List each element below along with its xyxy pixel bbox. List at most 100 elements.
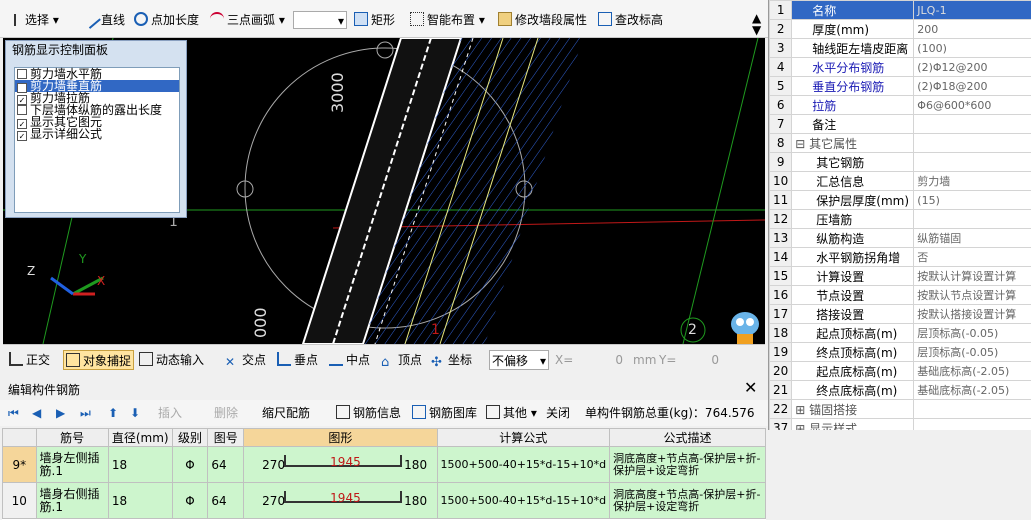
calc-formula[interactable]: 1500+500-40+15*d-15+10*d	[436, 446, 611, 483]
property-name[interactable]: 起点顶标高(m)	[791, 323, 915, 343]
scale-rebar-button[interactable]: 缩尺配筋	[262, 403, 310, 423]
table-row[interactable]: 10 墙身右侧插筋.1 18 Φ 64 270 1945 180 1500+500-40+15*…	[2, 482, 766, 519]
property-name[interactable]: ⊞ 锚固搭接	[791, 399, 915, 419]
formula-description[interactable]: 洞底高度+节点高-保护层+折-保护层+设定弯折	[609, 446, 766, 483]
property-value[interactable]	[913, 418, 1031, 430]
property-name[interactable]: 其它钢筋	[791, 152, 915, 172]
property-row[interactable]: 17 搭接设置 按默认搭接设置计算	[769, 304, 1031, 324]
close-button[interactable]: 关闭	[546, 403, 570, 423]
property-row[interactable]: 6 拉筋 Φ6@600*600	[769, 95, 1031, 115]
property-name[interactable]: ⊟ 其它属性	[791, 133, 915, 153]
checkbox[interactable]	[17, 69, 27, 79]
property-name[interactable]: 备注	[791, 114, 915, 134]
column-header[interactable]: 公式描述	[609, 428, 766, 447]
calc-formula[interactable]: 1500+500-40+15*d-15+10*d	[436, 482, 611, 519]
property-value[interactable]: 基础底标高(-2.05)	[913, 380, 1031, 400]
column-header[interactable]: 筋号	[35, 428, 109, 447]
coord-snap[interactable]: ✣ 坐标	[431, 350, 472, 370]
property-value[interactable]: 层顶标高(-0.05)	[913, 342, 1031, 362]
column-header[interactable]: 直径(mm)	[107, 428, 173, 447]
expand-icon[interactable]: ⊟	[795, 137, 809, 151]
property-value[interactable]: (15)	[913, 190, 1031, 210]
offset-mode-dropdown[interactable]: 不偏移 ▾	[489, 350, 549, 370]
property-name[interactable]: 汇总信息	[791, 171, 915, 191]
next-record-icon[interactable]: ▶	[56, 403, 65, 423]
property-name[interactable]: 轴线距左墙皮距离	[791, 38, 915, 58]
property-name[interactable]: 垂直分布钢筋	[791, 76, 915, 96]
three-point-arc-button[interactable]: 三点画弧 ▾	[210, 10, 285, 30]
property-value[interactable]: 按默认节点设置计算	[913, 285, 1031, 305]
vertex-snap[interactable]: ⌂ 顶点	[381, 350, 422, 370]
dynamic-input-toggle[interactable]: 动态输入	[139, 350, 204, 370]
property-row[interactable]: 13 纵筋构造 纵筋锚固	[769, 228, 1031, 248]
property-value[interactable]	[913, 399, 1031, 419]
property-name[interactable]: 搭接设置	[791, 304, 915, 324]
expand-icon[interactable]: ⊞	[795, 403, 809, 417]
property-value[interactable]: 基础底标高(-2.05)	[913, 361, 1031, 381]
property-row[interactable]: 19 终点顶标高(m) 层顶标高(-0.05)	[769, 342, 1031, 362]
scroll-down-button[interactable]: ▼	[752, 20, 761, 40]
property-row[interactable]: 22 ⊞ 锚固搭接	[769, 399, 1031, 419]
x-input[interactable]: 0	[575, 350, 623, 370]
checkbox[interactable]	[17, 105, 27, 115]
property-value[interactable]	[913, 114, 1031, 134]
last-record-icon[interactable]: ⏭	[80, 403, 91, 423]
bar-name[interactable]: 墙身右侧插筋.1	[35, 482, 109, 519]
expand-icon[interactable]: ⊞	[795, 422, 809, 431]
property-row[interactable]: 12 压墙筋	[769, 209, 1031, 229]
property-name[interactable]: 水平分布钢筋	[791, 57, 915, 77]
property-value[interactable]	[913, 133, 1031, 153]
property-name[interactable]: 终点顶标高(m)	[791, 342, 915, 362]
perp-snap[interactable]: 垂点	[277, 350, 318, 370]
property-row[interactable]: 16 节点设置 按默认节点设置计算	[769, 285, 1031, 305]
property-row[interactable]: 10 汇总信息 剪力墙	[769, 171, 1031, 191]
mid-snap[interactable]: 中点	[329, 350, 370, 370]
arc-mode-dropdown[interactable]: ▾	[293, 11, 347, 29]
bar-shape[interactable]: 270 1945 180	[243, 482, 438, 519]
property-value[interactable]: 200	[913, 19, 1031, 39]
property-row[interactable]: 37 ⊞ 显示样式	[769, 418, 1031, 431]
point-length-button[interactable]: 点加长度	[134, 10, 199, 30]
snap-toggle[interactable]: 对象捕捉	[63, 350, 135, 370]
property-row[interactable]: 15 计算设置 按默认计算设置计算	[769, 266, 1031, 286]
property-value[interactable]: 层顶标高(-0.05)	[913, 323, 1031, 343]
control-panel-item[interactable]: ✓ 显示详细公式	[15, 128, 179, 141]
intersect-snap[interactable]: ✕ 交点	[225, 350, 266, 370]
mascot-image[interactable]	[725, 310, 765, 344]
property-value[interactable]	[913, 209, 1031, 229]
close-panel-icon[interactable]: ✕	[744, 378, 757, 398]
property-value[interactable]: 剪力墙	[913, 171, 1031, 191]
property-value[interactable]: Φ6@600*600	[913, 95, 1031, 115]
property-value[interactable]: (2)Φ18@200	[913, 76, 1031, 96]
property-name[interactable]: 计算设置	[791, 266, 915, 286]
checkbox[interactable]: ✓	[17, 131, 27, 141]
smart-layout-button[interactable]: 智能布置 ▾	[410, 10, 485, 30]
property-value[interactable]: 按默认计算设置计算	[913, 266, 1031, 286]
property-name[interactable]: 厚度(mm)	[791, 19, 915, 39]
bar-grade[interactable]: Φ	[171, 482, 209, 519]
property-value[interactable]: JLQ-1	[913, 0, 1031, 20]
bar-shape[interactable]: 270 1945 180	[243, 446, 438, 483]
rect-button[interactable]: 矩形	[354, 10, 395, 30]
first-record-icon[interactable]: ⏮	[8, 403, 19, 423]
property-row[interactable]: 1 名称 JLQ-1	[769, 0, 1031, 20]
property-name[interactable]: 压墙筋	[791, 209, 915, 229]
property-value[interactable]: 否	[913, 247, 1031, 267]
check-elevation-button[interactable]: 查改标高	[598, 10, 663, 30]
ortho-toggle[interactable]: 正交	[9, 350, 50, 370]
property-name[interactable]: 起点底标高(m)	[791, 361, 915, 381]
column-header[interactable]: 级别	[171, 428, 209, 447]
modify-segment-button[interactable]: 修改墙段属性	[498, 10, 587, 30]
column-header[interactable]	[2, 428, 37, 447]
property-row[interactable]: 18 起点顶标高(m) 层顶标高(-0.05)	[769, 323, 1031, 343]
column-header[interactable]: 图号	[207, 428, 245, 447]
rebar-library-button[interactable]: 钢筋图库	[412, 403, 477, 423]
property-row[interactable]: 21 终点底标高(m) 基础底标高(-2.05)	[769, 380, 1031, 400]
column-header[interactable]: 图形	[243, 428, 438, 447]
property-name[interactable]: 水平钢筋拐角增	[791, 247, 915, 267]
property-row[interactable]: 20 起点底标高(m) 基础底标高(-2.05)	[769, 361, 1031, 381]
prev-record-icon[interactable]: ◀	[32, 403, 41, 423]
property-value[interactable]: (2)Φ12@200	[913, 57, 1031, 77]
column-header[interactable]: 计算公式	[436, 428, 611, 447]
formula-description[interactable]: 洞底高度+节点高-保护层+折-保护层+设定弯折	[609, 482, 766, 519]
